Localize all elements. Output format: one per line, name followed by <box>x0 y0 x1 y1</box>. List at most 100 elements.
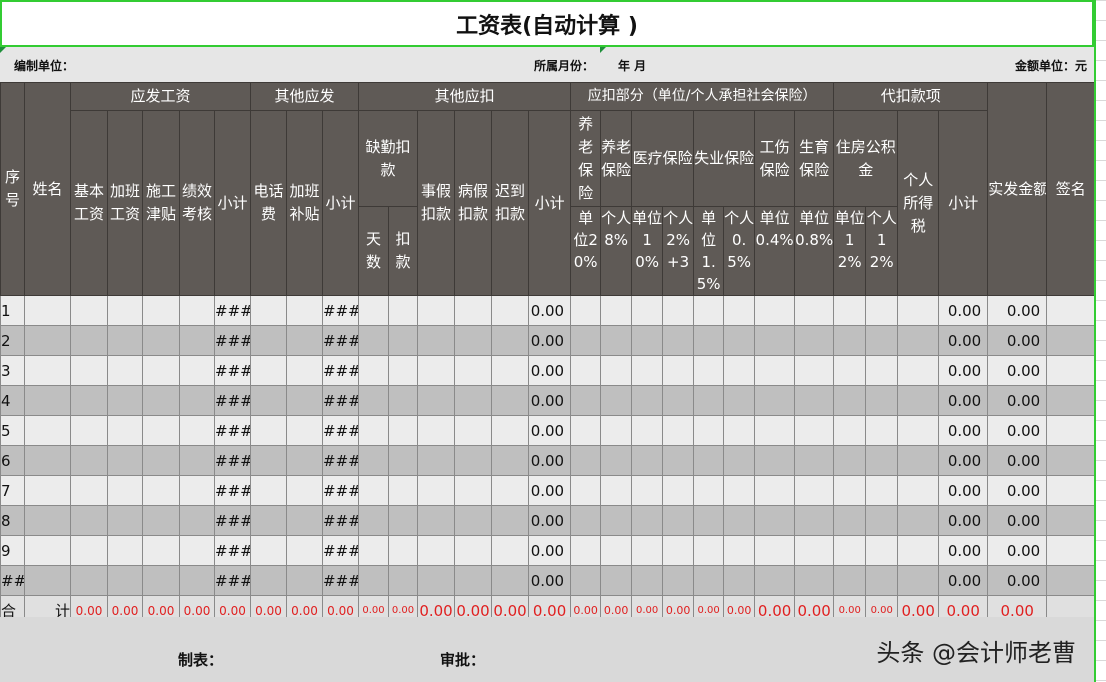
table-cell[interactable] <box>662 565 695 596</box>
table-cell[interactable]: 0.00 <box>987 385 1048 416</box>
table-cell[interactable] <box>833 475 867 506</box>
table-cell[interactable] <box>631 385 664 416</box>
table-cell[interactable] <box>70 535 108 566</box>
table-cell[interactable] <box>286 325 323 356</box>
row-seq-cell[interactable]: 2 <box>0 325 25 356</box>
table-cell[interactable]: 0.00 <box>938 445 989 476</box>
header-maternity[interactable]: 生育保险 <box>794 110 835 207</box>
table-cell[interactable] <box>865 385 899 416</box>
table-cell[interactable] <box>179 355 215 386</box>
table-cell[interactable] <box>24 565 71 596</box>
table-cell[interactable] <box>631 415 664 446</box>
table-cell[interactable] <box>1046 295 1096 326</box>
table-cell[interactable]: 0.00 <box>987 295 1048 326</box>
table-cell[interactable] <box>897 535 940 566</box>
header-overtime[interactable]: 加班工资 <box>107 110 143 296</box>
table-cell[interactable] <box>250 325 287 356</box>
table-cell[interactable] <box>358 505 390 536</box>
header-absence[interactable]: 缺勤扣款 <box>358 110 419 207</box>
header-subtotal-1[interactable]: 小计 <box>214 110 251 296</box>
table-cell[interactable] <box>24 475 71 506</box>
table-cell[interactable] <box>70 565 108 596</box>
table-cell[interactable] <box>107 475 143 506</box>
table-cell[interactable] <box>142 415 180 446</box>
table-cell[interactable] <box>286 385 323 416</box>
header-deduct[interactable]: 扣款 <box>388 206 419 296</box>
table-cell[interactable] <box>600 295 633 326</box>
year-month[interactable]: 年 月 <box>618 57 646 74</box>
table-cell[interactable]: ### <box>214 535 251 566</box>
table-cell[interactable] <box>754 415 796 446</box>
table-cell[interactable] <box>865 505 899 536</box>
table-cell[interactable] <box>723 505 756 536</box>
table-cell[interactable] <box>491 535 530 566</box>
table-cell[interactable]: ### <box>214 385 251 416</box>
table-cell[interactable] <box>388 445 419 476</box>
table-cell[interactable] <box>570 565 602 596</box>
table-cell[interactable]: 0.00 <box>987 325 1048 356</box>
table-cell[interactable]: ### <box>214 415 251 446</box>
header-rate-personal05[interactable]: 个人0.5% <box>723 206 756 296</box>
table-cell[interactable] <box>1046 415 1096 446</box>
table-cell[interactable] <box>693 445 725 476</box>
table-cell[interactable] <box>70 355 108 386</box>
table-cell[interactable]: ### <box>321 355 360 386</box>
table-cell[interactable] <box>286 295 323 326</box>
header-seq[interactable]: 序号 <box>0 82 25 296</box>
table-cell[interactable] <box>454 535 493 566</box>
table-cell[interactable] <box>662 535 695 566</box>
table-cell[interactable] <box>286 505 323 536</box>
table-cell[interactable] <box>179 385 215 416</box>
table-cell[interactable] <box>897 355 940 386</box>
table-cell[interactable]: ### <box>321 565 360 596</box>
table-cell[interactable]: 0.00 <box>938 325 989 356</box>
table-cell[interactable] <box>142 505 180 536</box>
table-cell[interactable] <box>794 385 835 416</box>
header-days[interactable]: 天数 <box>358 206 390 296</box>
table-cell[interactable] <box>179 535 215 566</box>
table-cell[interactable]: 0.00 <box>528 325 572 356</box>
table-cell[interactable] <box>417 385 456 416</box>
table-cell[interactable] <box>388 535 419 566</box>
table-cell[interactable] <box>723 535 756 566</box>
table-cell[interactable] <box>833 535 867 566</box>
table-cell[interactable] <box>693 565 725 596</box>
table-cell[interactable] <box>754 385 796 416</box>
table-cell[interactable] <box>358 445 390 476</box>
table-cell[interactable]: 0.00 <box>987 535 1048 566</box>
header-rate-unit10[interactable]: 单位10% <box>631 206 664 296</box>
table-cell[interactable] <box>417 445 456 476</box>
amount-unit[interactable]: 金额单位：元 <box>1015 57 1087 74</box>
header-signature[interactable]: 签名 <box>1046 82 1096 296</box>
table-cell[interactable] <box>250 565 287 596</box>
table-cell[interactable] <box>358 475 390 506</box>
table-cell[interactable] <box>693 475 725 506</box>
table-cell[interactable] <box>107 535 143 566</box>
table-cell[interactable] <box>24 505 71 536</box>
table-cell[interactable]: 0.00 <box>938 355 989 386</box>
header-name[interactable]: 姓名 <box>24 82 71 296</box>
table-cell[interactable] <box>250 505 287 536</box>
table-cell[interactable] <box>833 445 867 476</box>
table-cell[interactable]: ### <box>321 445 360 476</box>
table-cell[interactable] <box>570 295 602 326</box>
table-cell[interactable] <box>417 475 456 506</box>
table-cell[interactable] <box>388 475 419 506</box>
table-cell[interactable] <box>24 385 71 416</box>
table-cell[interactable] <box>454 295 493 326</box>
table-cell[interactable] <box>70 445 108 476</box>
header-base[interactable]: 基本工资 <box>70 110 108 296</box>
table-cell[interactable] <box>417 355 456 386</box>
table-cell[interactable]: 0.00 <box>938 565 989 596</box>
table-cell[interactable] <box>250 475 287 506</box>
table-cell[interactable] <box>179 565 215 596</box>
table-cell[interactable] <box>693 325 725 356</box>
table-cell[interactable] <box>70 385 108 416</box>
table-cell[interactable] <box>693 415 725 446</box>
table-cell[interactable] <box>142 355 180 386</box>
header-group-other-pay[interactable]: 其他应发 <box>249 82 360 111</box>
table-cell[interactable] <box>723 355 756 386</box>
table-cell[interactable]: ### <box>321 385 360 416</box>
table-cell[interactable] <box>865 325 899 356</box>
table-cell[interactable] <box>24 535 71 566</box>
